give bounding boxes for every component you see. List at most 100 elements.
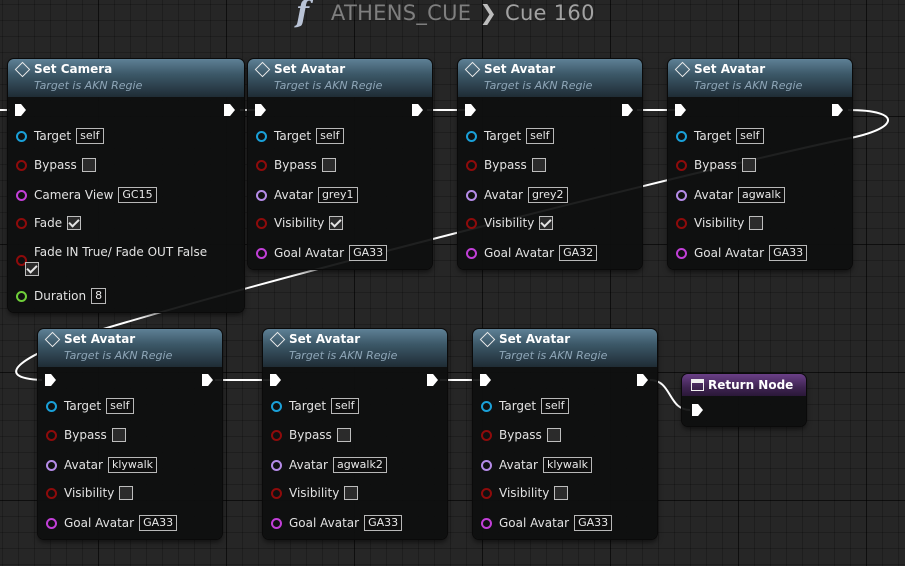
exec-in-pin[interactable]	[15, 104, 26, 116]
goal-avatar-pin[interactable]	[46, 517, 57, 529]
target-pin[interactable]	[676, 130, 687, 142]
goal-avatar-value[interactable]: GA33	[574, 515, 613, 531]
set-avatar-node[interactable]: Set Avatar Target is AKN Regie Target sel…	[38, 329, 222, 539]
exec-in-pin[interactable]	[45, 374, 56, 386]
visibility-pin[interactable]	[256, 217, 267, 229]
goal-avatar-pin[interactable]	[256, 247, 267, 259]
node-header[interactable]: Return Node	[682, 374, 806, 396]
target-value[interactable]: self	[541, 398, 569, 414]
bypass-pin[interactable]	[481, 429, 492, 441]
goal-avatar-pin[interactable]	[676, 247, 687, 259]
avatar-value[interactable]: klywalk	[107, 457, 158, 473]
visibility-pin[interactable]	[271, 487, 282, 499]
camera-view-value[interactable]: GC15	[118, 187, 157, 203]
goal-avatar-pin[interactable]	[466, 247, 477, 259]
exec-out-pin[interactable]	[412, 104, 423, 116]
set-avatar-node[interactable]: Set Avatar Target is AKN Regie Target sel…	[248, 59, 432, 269]
set-avatar-node[interactable]: Set Avatar Target is AKN Regie Target sel…	[458, 59, 642, 269]
node-header[interactable]: Set Avatar Target is AKN Regie	[263, 329, 447, 367]
set-avatar-node[interactable]: Set Avatar Target is AKN Regie Target sel…	[473, 329, 657, 539]
target-value[interactable]: self	[106, 398, 134, 414]
avatar-pin[interactable]	[46, 459, 57, 471]
visibility-checkbox[interactable]	[344, 486, 359, 500]
goal-avatar-value[interactable]: GA32	[559, 245, 598, 261]
bypass-pin[interactable]	[676, 159, 687, 171]
bypass-pin[interactable]	[256, 159, 267, 171]
target-pin[interactable]	[46, 400, 57, 412]
exec-in-pin[interactable]	[255, 104, 266, 116]
bypass-pin[interactable]	[466, 159, 477, 171]
target-pin[interactable]	[481, 400, 492, 412]
target-pin[interactable]	[256, 130, 267, 142]
goal-avatar-pin[interactable]	[271, 517, 282, 529]
node-header[interactable]: Set Avatar Target is AKN Regie	[248, 59, 432, 97]
bypass-checkbox[interactable]	[336, 428, 351, 442]
goal-avatar-value[interactable]: GA33	[139, 515, 178, 531]
target-pin[interactable]	[16, 130, 27, 142]
visibility-pin[interactable]	[676, 217, 687, 229]
fade-pin[interactable]	[16, 217, 27, 229]
node-header[interactable]: Set Avatar Target is AKN Regie	[473, 329, 657, 367]
return-node[interactable]: Return Node	[682, 374, 806, 426]
node-header[interactable]: Set Avatar Target is AKN Regie	[458, 59, 642, 97]
exec-out-pin[interactable]	[427, 374, 438, 386]
target-pin[interactable]	[466, 130, 477, 142]
avatar-value[interactable]: klywalk	[542, 457, 593, 473]
bypass-checkbox[interactable]	[546, 428, 561, 442]
goal-avatar-value[interactable]: GA33	[364, 515, 403, 531]
avatar-pin[interactable]	[271, 459, 282, 471]
bypass-pin[interactable]	[16, 159, 27, 171]
visibility-checkbox[interactable]	[119, 486, 134, 500]
duration-pin[interactable]	[16, 290, 27, 302]
node-header[interactable]: Set Avatar Target is AKN Regie	[38, 329, 222, 367]
set-avatar-node[interactable]: Set Avatar Target is AKN Regie Target sel…	[263, 329, 447, 539]
bypass-checkbox[interactable]	[531, 158, 546, 172]
avatar-pin[interactable]	[256, 189, 267, 201]
goal-avatar-value[interactable]: GA33	[769, 245, 808, 261]
bypass-checkbox[interactable]	[741, 158, 756, 172]
fade-checkbox[interactable]	[67, 216, 82, 230]
node-header[interactable]: Set Avatar Target is AKN Regie	[668, 59, 852, 97]
breadcrumb-parent[interactable]: ATHENS_CUE	[331, 1, 471, 25]
avatar-value[interactable]: grey2	[527, 187, 568, 203]
target-value[interactable]: self	[736, 128, 764, 144]
visibility-checkbox[interactable]	[554, 486, 569, 500]
set-camera-node[interactable]: Set Camera Target is AKN Regie Target se…	[8, 59, 244, 312]
target-value[interactable]: self	[526, 128, 554, 144]
visibility-pin[interactable]	[466, 217, 477, 229]
target-value[interactable]: self	[331, 398, 359, 414]
avatar-pin[interactable]	[481, 459, 492, 471]
exec-in-pin[interactable]	[270, 374, 281, 386]
avatar-pin[interactable]	[676, 189, 687, 201]
avatar-value[interactable]: agwalk2	[332, 457, 387, 473]
visibility-pin[interactable]	[481, 487, 492, 499]
camera-view-pin[interactable]	[16, 189, 27, 201]
bypass-pin[interactable]	[46, 429, 57, 441]
bypass-checkbox[interactable]	[81, 158, 96, 172]
exec-out-pin[interactable]	[622, 104, 633, 116]
duration-value[interactable]: 8	[91, 288, 107, 304]
visibility-checkbox[interactable]	[539, 216, 554, 230]
avatar-pin[interactable]	[466, 189, 477, 201]
goal-avatar-pin[interactable]	[481, 517, 492, 529]
target-value[interactable]: self	[76, 128, 104, 144]
bypass-checkbox[interactable]	[111, 428, 126, 442]
bypass-checkbox[interactable]	[321, 158, 336, 172]
exec-in-pin[interactable]	[480, 374, 491, 386]
visibility-pin[interactable]	[46, 487, 57, 499]
set-avatar-node[interactable]: Set Avatar Target is AKN Regie Target sel…	[668, 59, 852, 269]
avatar-value[interactable]: agwalk	[737, 187, 785, 203]
node-header[interactable]: Set Camera Target is AKN Regie	[8, 59, 244, 97]
exec-out-pin[interactable]	[637, 374, 648, 386]
exec-in-pin[interactable]	[465, 104, 476, 116]
visibility-checkbox[interactable]	[329, 216, 344, 230]
target-value[interactable]: self	[316, 128, 344, 144]
exec-out-pin[interactable]	[202, 374, 213, 386]
exec-out-pin[interactable]	[832, 104, 843, 116]
target-pin[interactable]	[271, 400, 282, 412]
avatar-value[interactable]: grey1	[317, 187, 358, 203]
fade-in-out-checkbox[interactable]	[25, 262, 39, 276]
exec-out-pin[interactable]	[224, 104, 235, 116]
visibility-checkbox[interactable]	[749, 216, 764, 230]
goal-avatar-value[interactable]: GA33	[349, 245, 388, 261]
